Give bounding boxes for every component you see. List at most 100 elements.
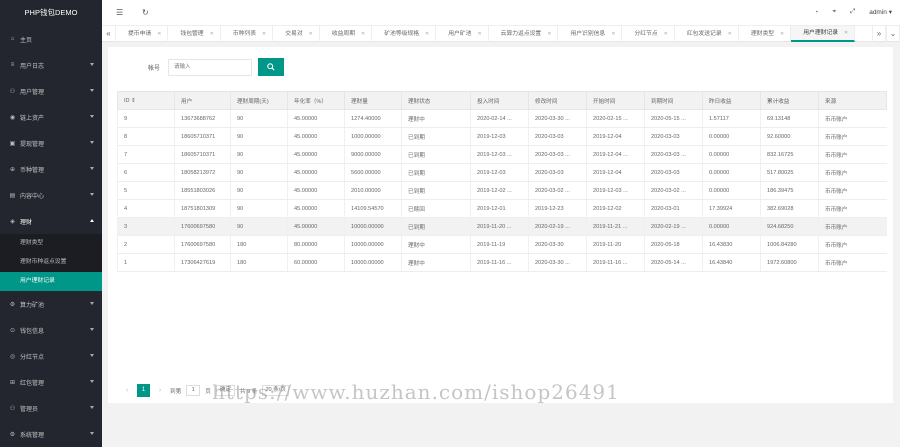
tab-item[interactable]: 提币申请 ✕: [116, 26, 169, 42]
table-row[interactable]: 8 18605710371 90 45.00000 1000.00000 已到期 2019-…: [117, 127, 887, 146]
close-icon[interactable]: ✕: [664, 26, 668, 42]
goto-page-input[interactable]: 1: [186, 385, 201, 396]
current-page[interactable]: 1: [137, 384, 150, 397]
table-cell: 1972.60800: [760, 253, 819, 272]
user-icon: ⚇: [9, 88, 16, 95]
table-row[interactable]: 1 17306427619 180 60.00000 10000.00000 理财中 201…: [117, 253, 887, 272]
tab-scroll-left-icon[interactable]: «: [102, 26, 116, 42]
table-cell: 186.39475: [760, 181, 819, 200]
table-cell: 45.00000: [287, 217, 345, 236]
column-header: 投入时间: [470, 91, 529, 110]
prev-page-icon[interactable]: ‹: [122, 387, 132, 394]
sidebar-item[interactable]: ▣ 提现管理: [0, 130, 102, 156]
sidebar-item[interactable]: ⊕ 币种管理: [0, 156, 102, 182]
table-cell: 2019-12-01: [470, 199, 529, 218]
close-icon[interactable]: ✕: [477, 26, 481, 42]
tab-item[interactable]: 用户理财记录 ✕: [791, 26, 856, 42]
table-cell: 2019-11-20: [586, 235, 645, 254]
tab-item[interactable]: 云算力返点设置 ✕: [489, 26, 559, 42]
table-cell: 18605710371: [174, 145, 231, 164]
sidebar-item[interactable]: ⚙ 算力矿池: [0, 291, 102, 317]
table-row[interactable]: 9 13673688762 90 45.00000 1274.40000 理财中 2020-…: [117, 109, 887, 128]
sidebar-item[interactable]: ⌂ 主页: [0, 26, 102, 52]
sidebar-item[interactable]: ⚙ 系统管理: [0, 421, 102, 447]
close-icon[interactable]: ✕: [547, 26, 551, 42]
sidebar-item-label: 红包管理: [20, 380, 45, 387]
user-menu[interactable]: admin ▾: [869, 8, 892, 16]
table-cell: 2019-12-02: [586, 199, 645, 218]
sidebar-item[interactable]: ▤ 内容中心: [0, 182, 102, 208]
close-icon[interactable]: ✕: [157, 26, 161, 42]
tab-menu-icon[interactable]: ⌄: [886, 26, 900, 42]
tab-item[interactable]: 理财类型 ✕: [739, 26, 792, 42]
sidebar-subitem[interactable]: 理财币种返点设置: [0, 253, 102, 272]
content-icon: ▤: [9, 192, 16, 199]
tab-label: 云算力返点设置: [500, 31, 542, 37]
tag-icon[interactable]: ⌖: [832, 8, 836, 16]
table-cell: 9000.00000: [344, 145, 402, 164]
tab-item[interactable]: 钱包管理 ✕: [168, 26, 221, 42]
tab-item[interactable]: 矿池等级规格 ✕: [372, 26, 437, 42]
tab-item[interactable]: 币种列表 ✕: [221, 26, 274, 42]
sidebar-item[interactable]: ⚇ 管理员: [0, 395, 102, 421]
username: admin: [869, 9, 887, 16]
sidebar-item[interactable]: ◎ 分红节点: [0, 343, 102, 369]
close-icon[interactable]: ✕: [844, 26, 848, 41]
table-cell: 币币账户: [818, 181, 887, 200]
table-cell: 币币账户: [818, 199, 887, 218]
table-cell: 2020-03-02 ...: [644, 181, 703, 200]
sidebar-subitem[interactable]: 用户理财记录: [0, 272, 102, 291]
tab-item[interactable]: 分红节点 ✕: [622, 26, 675, 42]
table-row[interactable]: 5 18551803026 90 45.00000 2010.00000 已到期 2019-…: [117, 181, 887, 200]
sidebar-subitem[interactable]: 理财类型: [0, 234, 102, 253]
tab-item[interactable]: 用户矿池 ✕: [436, 26, 489, 42]
table-cell: 币币账户: [818, 253, 887, 272]
chevron-down-icon: [90, 432, 94, 435]
close-icon[interactable]: ✕: [425, 26, 429, 42]
table-cell: 9: [117, 109, 175, 128]
sidebar: PHP钱包DEMO ⌂ 主页 ≡ 用户日志 ⚇ 用户管理 ◉ 链上资产 ▣ 提现管理 ⊕ 币种管理 ▤ 内…: [0, 0, 102, 447]
sidebar-item-label: 理财: [20, 219, 33, 226]
close-icon[interactable]: ✕: [780, 26, 784, 42]
close-icon[interactable]: ✕: [262, 26, 266, 42]
table-row[interactable]: 3 17600697580 90 45.00000 10000.00000 已到期 2019…: [117, 217, 887, 236]
table-cell: 2019-12-04: [586, 127, 645, 146]
sidebar-item[interactable]: ≡ 用户日志: [0, 52, 102, 78]
tab-item[interactable]: 收益周期 ✕: [320, 26, 373, 42]
chevron-down-icon: [90, 89, 94, 92]
sidebar-item[interactable]: ◉ 链上资产: [0, 104, 102, 130]
tab-item[interactable]: 红包发送记录 ✕: [675, 26, 739, 42]
sidebar-item[interactable]: ◈ 理财: [0, 208, 102, 234]
refresh-icon[interactable]: ↻: [142, 8, 149, 17]
close-icon[interactable]: ✕: [210, 26, 214, 42]
sidebar-item[interactable]: ⊞ 红包管理: [0, 369, 102, 395]
table-row[interactable]: 7 18605710371 90 45.00000 9000.00000 已到期 2019-…: [117, 145, 887, 164]
close-icon[interactable]: ✕: [611, 26, 615, 42]
table-cell: 90: [230, 109, 288, 128]
close-icon[interactable]: ✕: [728, 26, 732, 42]
table-cell: 1000.00000: [344, 127, 402, 146]
table-cell: 18058213972: [174, 163, 231, 182]
table-row[interactable]: 2 17600697580 180 80.00000 10000.00000 理财中 201…: [117, 235, 887, 254]
sidebar-item-label: 币种管理: [20, 167, 45, 174]
log-icon: ≡: [10, 62, 15, 68]
table-row[interactable]: 6 18058213972 90 45.00000 5600.00000 已到期 2019-…: [117, 163, 887, 182]
column-header[interactable]: ID ⇕: [117, 91, 175, 110]
fullscreen-icon[interactable]: ⤢: [850, 8, 855, 16]
menu-toggle-icon[interactable]: ☰: [116, 8, 123, 17]
next-page-icon[interactable]: ›: [155, 387, 165, 394]
table-cell: 3: [117, 217, 175, 236]
tab-label: 矿池等级规格: [384, 31, 420, 37]
close-icon[interactable]: ✕: [309, 26, 313, 42]
table-cell: 已到期: [401, 145, 471, 164]
search-button[interactable]: [258, 58, 284, 76]
tab-item[interactable]: 交易对 ✕: [273, 26, 320, 42]
sidebar-item[interactable]: ⊙ 钱包信息: [0, 317, 102, 343]
account-search-input[interactable]: [168, 58, 252, 76]
table-row[interactable]: 4 18751801309 90 45.00000 14109.54570 已赎回 2019…: [117, 199, 887, 218]
tab-scroll-right-icon[interactable]: »: [872, 26, 886, 42]
sidebar-item[interactable]: ⚇ 用户管理: [0, 78, 102, 104]
close-icon[interactable]: ✕: [361, 26, 365, 42]
theme-icon[interactable]: ◔: [814, 9, 818, 16]
tab-item[interactable]: 用户识别信息 ✕: [558, 26, 623, 42]
